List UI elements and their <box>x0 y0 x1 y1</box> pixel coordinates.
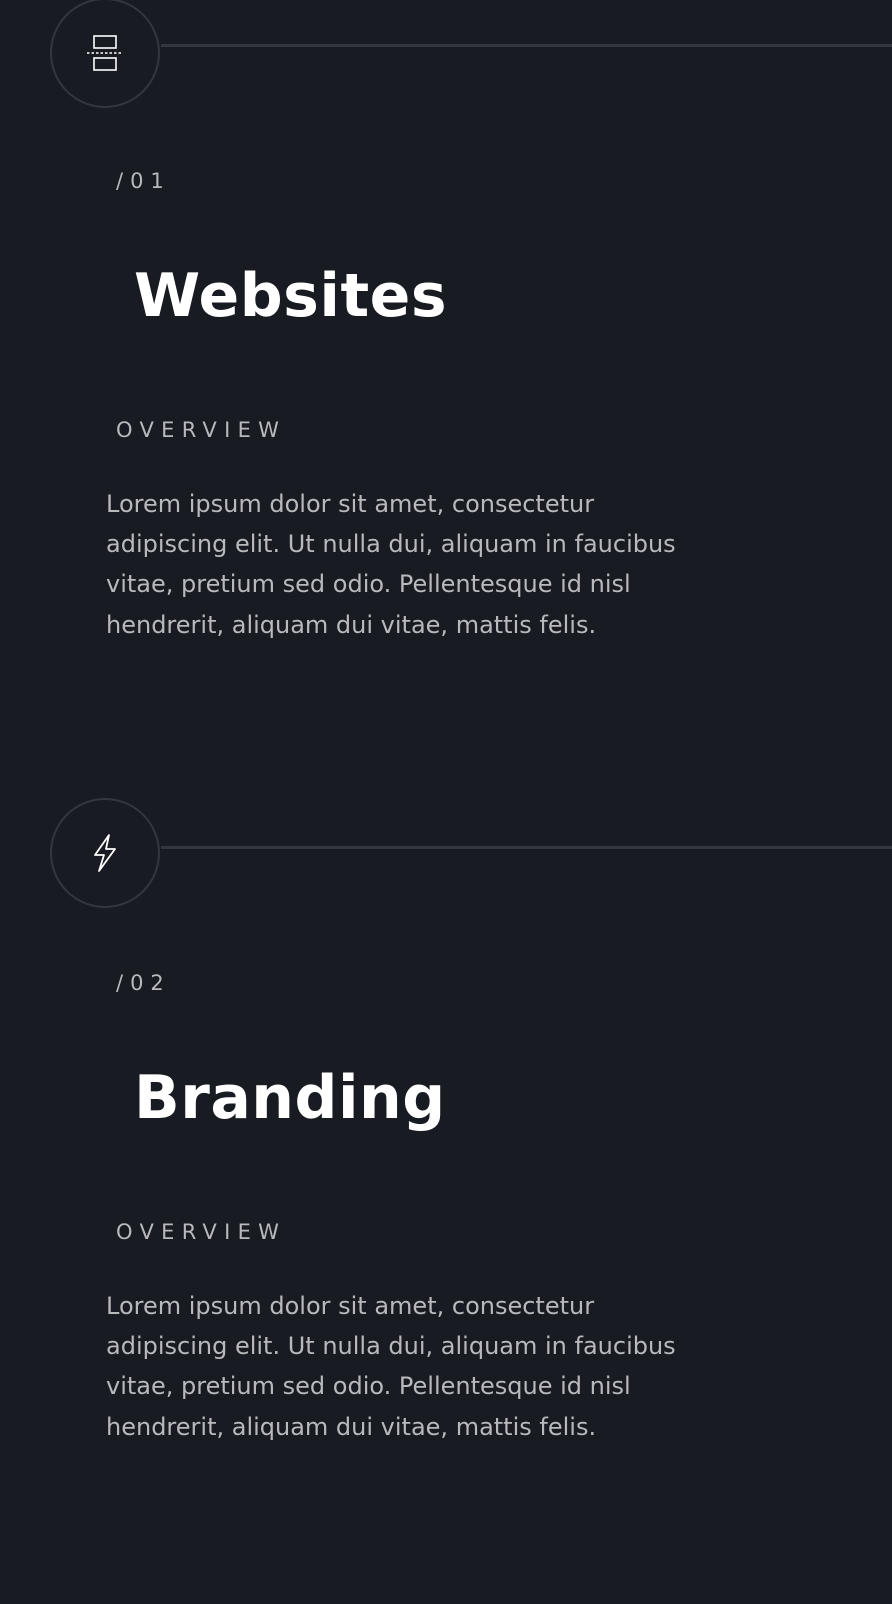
overview-label: OVERVIEW <box>116 1220 287 1244</box>
section-divider <box>161 846 892 849</box>
service-number: /01 <box>116 169 171 193</box>
service-description: Lorem ipsum dolor sit amet, consectetur … <box>106 1292 676 1441</box>
service-branding: /02 Branding OVERVIEW Lorem ipsum dolor … <box>0 798 892 1604</box>
service-title: Branding <box>134 1063 446 1133</box>
service-title: Websites <box>134 261 448 331</box>
service-number: /02 <box>116 971 171 995</box>
service-websites: /01 Websites OVERVIEW Lorem ipsum dolor … <box>0 0 892 802</box>
overview-label: OVERVIEW <box>116 418 287 442</box>
lightning-bolt-icon <box>50 798 160 908</box>
split-layout-icon <box>50 0 160 108</box>
service-description: Lorem ipsum dolor sit amet, consectetur … <box>106 490 676 639</box>
section-divider <box>161 44 892 47</box>
